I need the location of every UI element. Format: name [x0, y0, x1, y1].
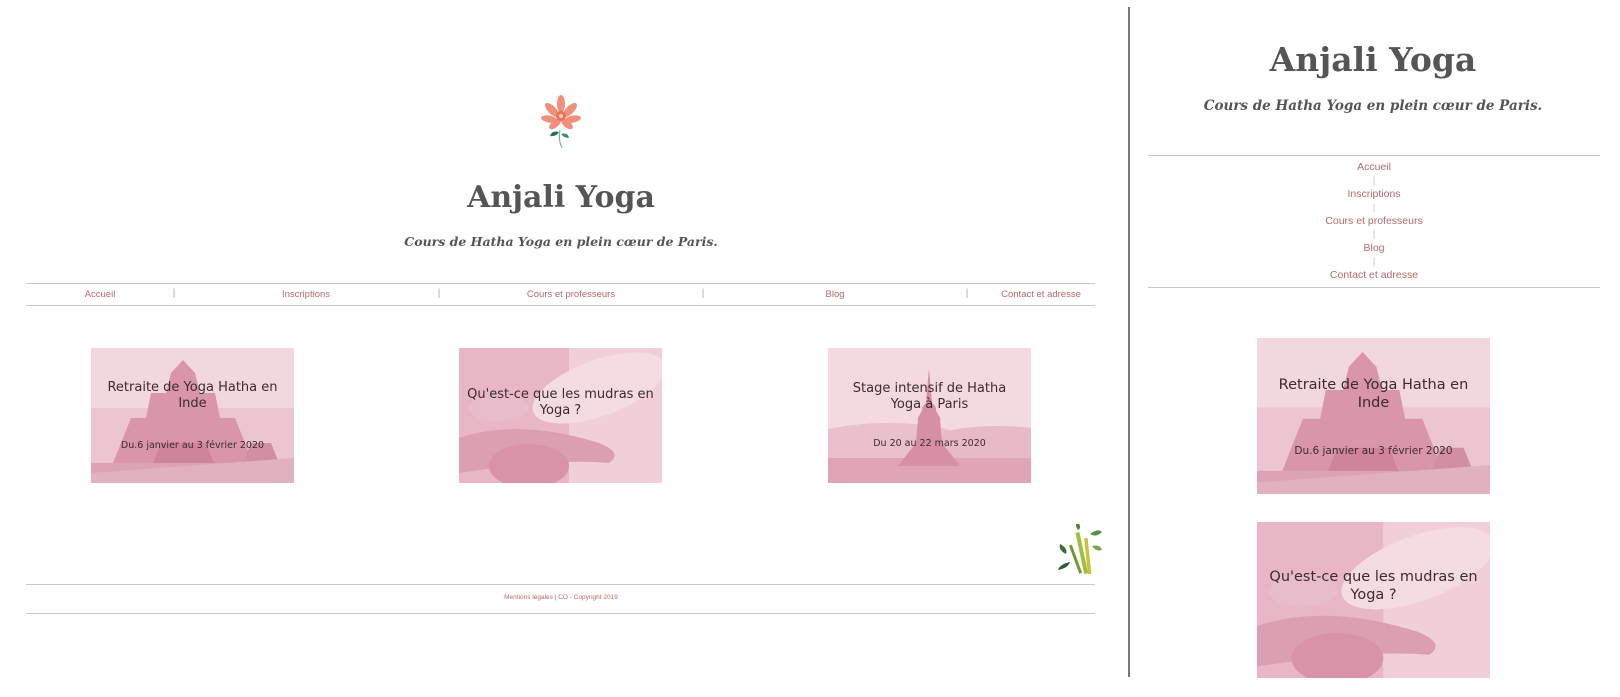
card-title: Qu'est-ce que les mudras en Yoga ?: [1269, 569, 1478, 603]
desktop-preview: Anjali Yoga Cours de Hatha Yoga en plein…: [0, 0, 1126, 697]
nav-separator: |: [1372, 256, 1376, 266]
site-title: Anjali Yoga: [1269, 40, 1477, 79]
footer-bottom-divider: [26, 613, 1095, 614]
nav-item-blog[interactable]: Blog: [1148, 242, 1600, 254]
temple-image: [91, 348, 294, 483]
nav-item-inscriptions[interactable]: Inscriptions: [282, 289, 330, 300]
view-divider: [1128, 7, 1130, 677]
nav-separator: |: [1372, 229, 1376, 239]
nav-item-contact[interactable]: Contact et adresse: [1148, 269, 1600, 281]
nav-item-cours-et-professeurs[interactable]: Cours et professeurs: [527, 289, 615, 300]
nav-separator: |: [172, 288, 176, 299]
nav-separator: |: [437, 288, 441, 299]
card-stage-intensif[interactable]: Stage intensif de Hatha Yoga à Paris Du …: [828, 348, 1031, 483]
nav-item-blog[interactable]: Blog: [825, 289, 844, 300]
site-subtitle: Cours de Hatha Yoga en plein cœur de Par…: [404, 234, 718, 249]
card-date: Du 20 au 22 mars 2020: [873, 438, 986, 449]
nav-item-contact[interactable]: Contact et adresse: [1001, 289, 1081, 300]
nav-item-accueil[interactable]: Accueil: [1148, 161, 1600, 173]
yoga-silhouette-image: [828, 348, 1031, 483]
nav-separator: |: [965, 288, 969, 299]
nav-item-inscriptions[interactable]: Inscriptions: [1148, 188, 1600, 200]
card-retraite-inde[interactable]: Retraite de Yoga Hatha en Inde Du.6 janv…: [91, 348, 294, 483]
nav-separator: |: [1372, 202, 1376, 212]
lotus-flower-icon: [541, 95, 581, 149]
nav-item-cours-et-professeurs[interactable]: Cours et professeurs: [1148, 215, 1600, 227]
card-date: Du.6 janvier au 3 février 2020: [120, 440, 265, 451]
card-title: Retraite de Yoga Hatha en Inde: [1278, 377, 1469, 411]
card-retraite-inde[interactable]: Retraite de Yoga Hatha en Inde Du.6 janv…: [1257, 338, 1490, 494]
card-title: Stage intensif de Hatha Yoga à Paris: [852, 381, 1007, 412]
bamboo-icon: [1058, 524, 1102, 575]
card-title: Qu'est-ce que les mudras en Yoga ?: [467, 387, 654, 418]
card-mudras[interactable]: Qu'est-ce que les mudras en Yoga ?: [1257, 522, 1490, 678]
site-title: Anjali Yoga: [467, 180, 655, 215]
nav-separator: |: [701, 288, 705, 299]
nav-separator: |: [1372, 175, 1376, 185]
card-title: Retraite de Yoga Hatha en Inde: [107, 380, 278, 411]
footer-top-divider: [26, 584, 1095, 585]
nav-bottom-divider: [1148, 287, 1600, 288]
nav-bottom-divider: [26, 305, 1095, 306]
nav-item-accueil[interactable]: Accueil: [85, 289, 116, 300]
card-mudras[interactable]: Qu'est-ce que les mudras en Yoga ?: [459, 348, 662, 483]
nav-top-divider: [1148, 155, 1600, 156]
card-date: Du.6 janvier au 3 février 2020: [1294, 445, 1453, 457]
temple-image: [1257, 338, 1490, 494]
nav-top-divider: [26, 283, 1095, 284]
footer-legal-link[interactable]: Mentions légales | CO - Copyright 2019: [0, 594, 1122, 601]
site-subtitle: Cours de Hatha Yoga en plein cœur de Par…: [1203, 98, 1543, 114]
